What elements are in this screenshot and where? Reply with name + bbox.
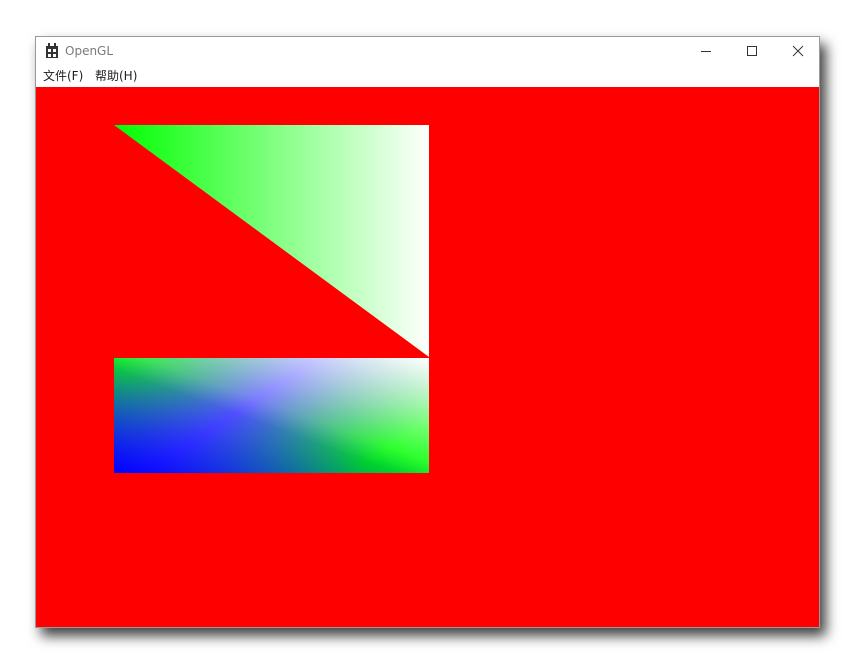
app-icon — [46, 43, 58, 58]
close-button[interactable] — [775, 37, 821, 65]
menu-bar: 文件(F) 帮助(H) — [36, 65, 819, 87]
gradient-triangle — [114, 125, 429, 357]
title-bar[interactable]: OpenGL — [36, 37, 819, 65]
minimize-button[interactable] — [683, 37, 729, 65]
gl-scene — [114, 125, 429, 473]
menu-file[interactable]: 文件(F) — [43, 68, 83, 84]
close-icon — [792, 45, 804, 57]
maximize-icon — [747, 46, 757, 56]
minimize-icon — [701, 51, 711, 52]
opengl-viewport[interactable] — [36, 87, 819, 627]
gradient-quad — [114, 358, 429, 473]
opengl-window: OpenGL 文件(F) 帮助(H) — [35, 36, 820, 628]
window-title: OpenGL — [65, 44, 114, 58]
maximize-button[interactable] — [729, 37, 775, 65]
menu-help[interactable]: 帮助(H) — [95, 68, 137, 84]
